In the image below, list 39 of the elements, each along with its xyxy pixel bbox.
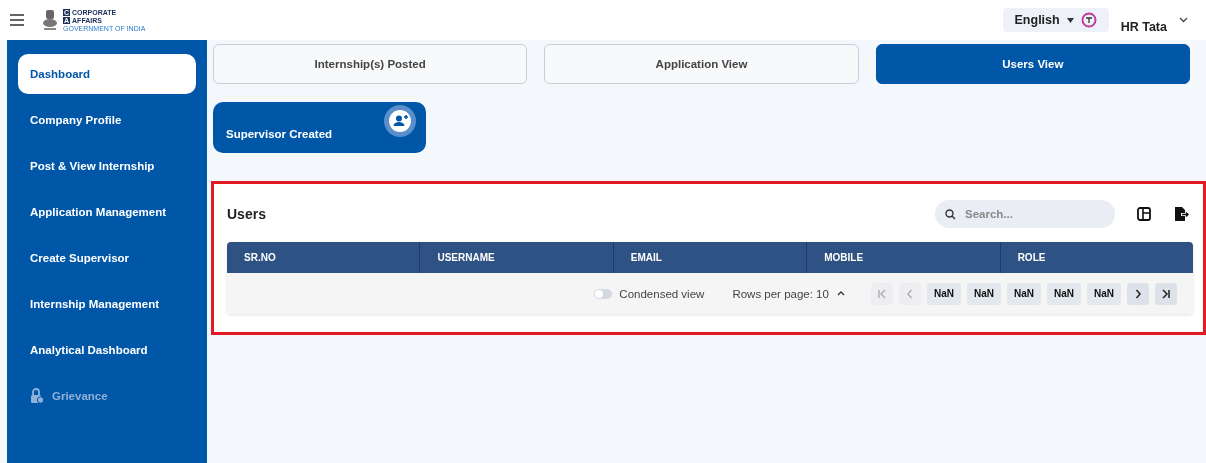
- card-label: Supervisor Created: [226, 127, 333, 140]
- rows-per-page-select[interactable]: Rows per page: 10: [732, 287, 845, 300]
- sidebar-item[interactable]: Company Profile: [18, 100, 196, 140]
- panel-title: Users: [227, 206, 266, 222]
- columns-icon[interactable]: [1137, 207, 1151, 221]
- sidebar-item[interactable]: Application Management: [18, 192, 196, 232]
- sidebar-item[interactable]: Dashboard: [18, 54, 196, 94]
- language-select[interactable]: English: [1002, 8, 1109, 32]
- sidebar-item[interactable]: Internship Management: [18, 284, 196, 324]
- first-page-icon: [876, 288, 887, 299]
- emblem-icon: [42, 9, 58, 31]
- menu-icon[interactable]: [10, 14, 24, 26]
- page-button[interactable]: NaN: [966, 282, 1001, 305]
- last-page-button[interactable]: [1155, 282, 1177, 305]
- chevron-down-icon[interactable]: [1179, 17, 1188, 23]
- sidebar-item[interactable]: Post & View Internship: [18, 146, 196, 186]
- last-page-icon: [1161, 288, 1171, 299]
- tab[interactable]: Application View: [544, 44, 859, 84]
- lock-icon: [30, 388, 44, 404]
- toggle-label: Condensed view: [619, 287, 705, 300]
- chevron-right-icon: [1133, 288, 1143, 299]
- caret-icon: [1066, 17, 1074, 23]
- tab[interactable]: Internship(s) Posted: [213, 44, 528, 84]
- chevron-up-icon: [836, 291, 845, 296]
- search-icon: [945, 209, 956, 220]
- sidebar-item[interactable]: Analytical Dashboard: [18, 330, 196, 370]
- page-button[interactable]: NaN: [1087, 282, 1121, 305]
- next-page-button[interactable]: [1127, 282, 1149, 305]
- language-icon[interactable]: [1080, 12, 1097, 28]
- export-icon[interactable]: [1173, 206, 1189, 222]
- page-button[interactable]: NaN: [926, 282, 961, 305]
- page-button[interactable]: NaN: [1046, 282, 1081, 305]
- toggle-switch[interactable]: [594, 288, 613, 299]
- page-button[interactable]: NaN: [1006, 282, 1041, 305]
- tab[interactable]: Users View: [875, 44, 1190, 84]
- search-field[interactable]: Search...: [935, 200, 1115, 228]
- column-header[interactable]: ROLE: [1000, 242, 1194, 273]
- user-name[interactable]: HR Tata: [1120, 6, 1167, 34]
- sidebar-item[interactable]: Create Supervisor: [18, 238, 196, 278]
